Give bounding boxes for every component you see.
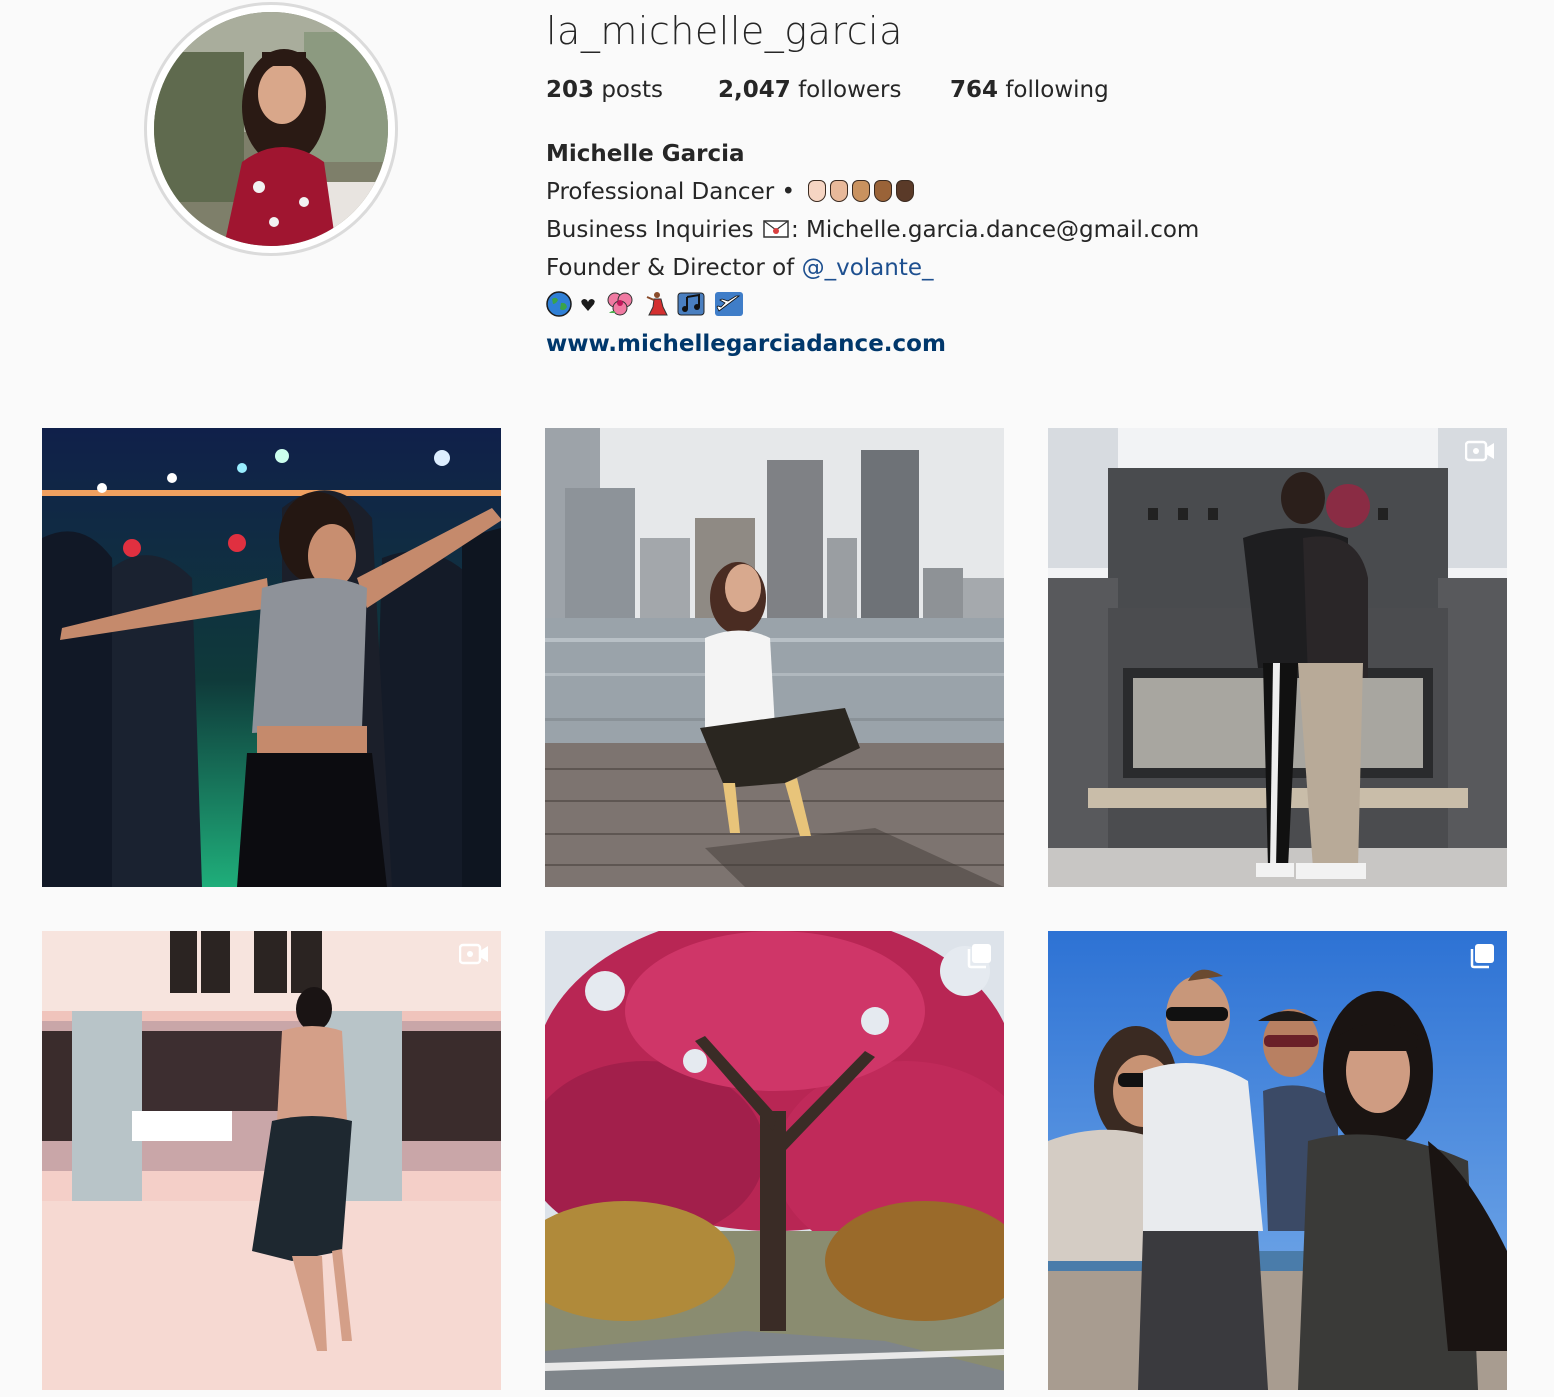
heart-icon: [581, 299, 595, 311]
post-thumbnail-3[interactable]: [1048, 428, 1507, 887]
raised-fist-light-icon: [808, 180, 827, 202]
profile-avatar[interactable]: [144, 2, 398, 256]
profile-full-name: Michelle Garcia: [546, 141, 745, 167]
post-thumbnail-6[interactable]: [1048, 931, 1507, 1390]
globe-icon: [546, 291, 572, 317]
posts-label: posts: [594, 77, 663, 103]
carousel-icon: [1470, 944, 1494, 969]
following-label: following: [998, 77, 1109, 103]
airplane-icon: [714, 292, 743, 316]
raised-fist-medium-icon: [852, 180, 871, 202]
bio-emoji-row: [546, 288, 745, 320]
bio-business-label: Business Inquiries: [546, 217, 754, 243]
followers-label: followers: [790, 77, 902, 103]
post-thumbnail-1[interactable]: [42, 428, 501, 887]
bio-line-business: Business Inquiries : Michelle.garcia.dan…: [546, 214, 1199, 246]
post-thumbnail-2[interactable]: [545, 428, 1004, 887]
bio-business-email: : Michelle.garcia.dance@gmail.com: [790, 217, 1200, 243]
followers-link[interactable]: 2,047 followers: [718, 74, 902, 106]
volante-mention-link[interactable]: @_volante_: [802, 255, 934, 281]
avatar-photo: [154, 12, 388, 246]
bio-line-occupation: Professional Dancer •: [546, 176, 918, 208]
video-icon: [1465, 440, 1494, 462]
bio-founder-text: Founder & Director of: [546, 255, 802, 281]
video-icon: [459, 943, 488, 965]
envelope-icon: [763, 220, 789, 238]
couple-hug-photo: [1048, 428, 1507, 887]
followers-count: 2,047: [718, 77, 791, 103]
harbor-skyline-photo: [545, 428, 1004, 887]
posts-count-stat[interactable]: 203 posts: [546, 74, 663, 106]
dance-studio-photo: [42, 931, 501, 1390]
music-notes-icon: [677, 292, 705, 316]
dancer-icon: [646, 292, 668, 316]
following-count: 764: [950, 77, 999, 103]
post-thumbnail-4[interactable]: [42, 931, 501, 1390]
bio-occupation-text: Professional Dancer •: [546, 179, 796, 205]
profile-website-link[interactable]: www.michellegarciadance.com: [546, 328, 946, 360]
raised-fist-medium-dark-icon: [874, 180, 893, 202]
raised-fist-medium-light-icon: [830, 180, 849, 202]
red-tree-photo: [545, 931, 1004, 1390]
profile-username: la_michelle_garcia: [546, 9, 903, 53]
raised-fist-icons: [808, 179, 918, 205]
bio-line-founder: Founder & Director of @_volante_: [546, 252, 934, 284]
carousel-icon: [967, 944, 991, 969]
hibiscus-icon: [607, 292, 633, 316]
post-thumbnail-5[interactable]: [545, 931, 1004, 1390]
posts-count: 203: [546, 77, 595, 103]
group-selfie-photo: [1048, 931, 1507, 1390]
dance-club-photo: [42, 428, 501, 887]
raised-fist-dark-icon: [896, 180, 915, 202]
following-link[interactable]: 764 following: [950, 74, 1109, 106]
